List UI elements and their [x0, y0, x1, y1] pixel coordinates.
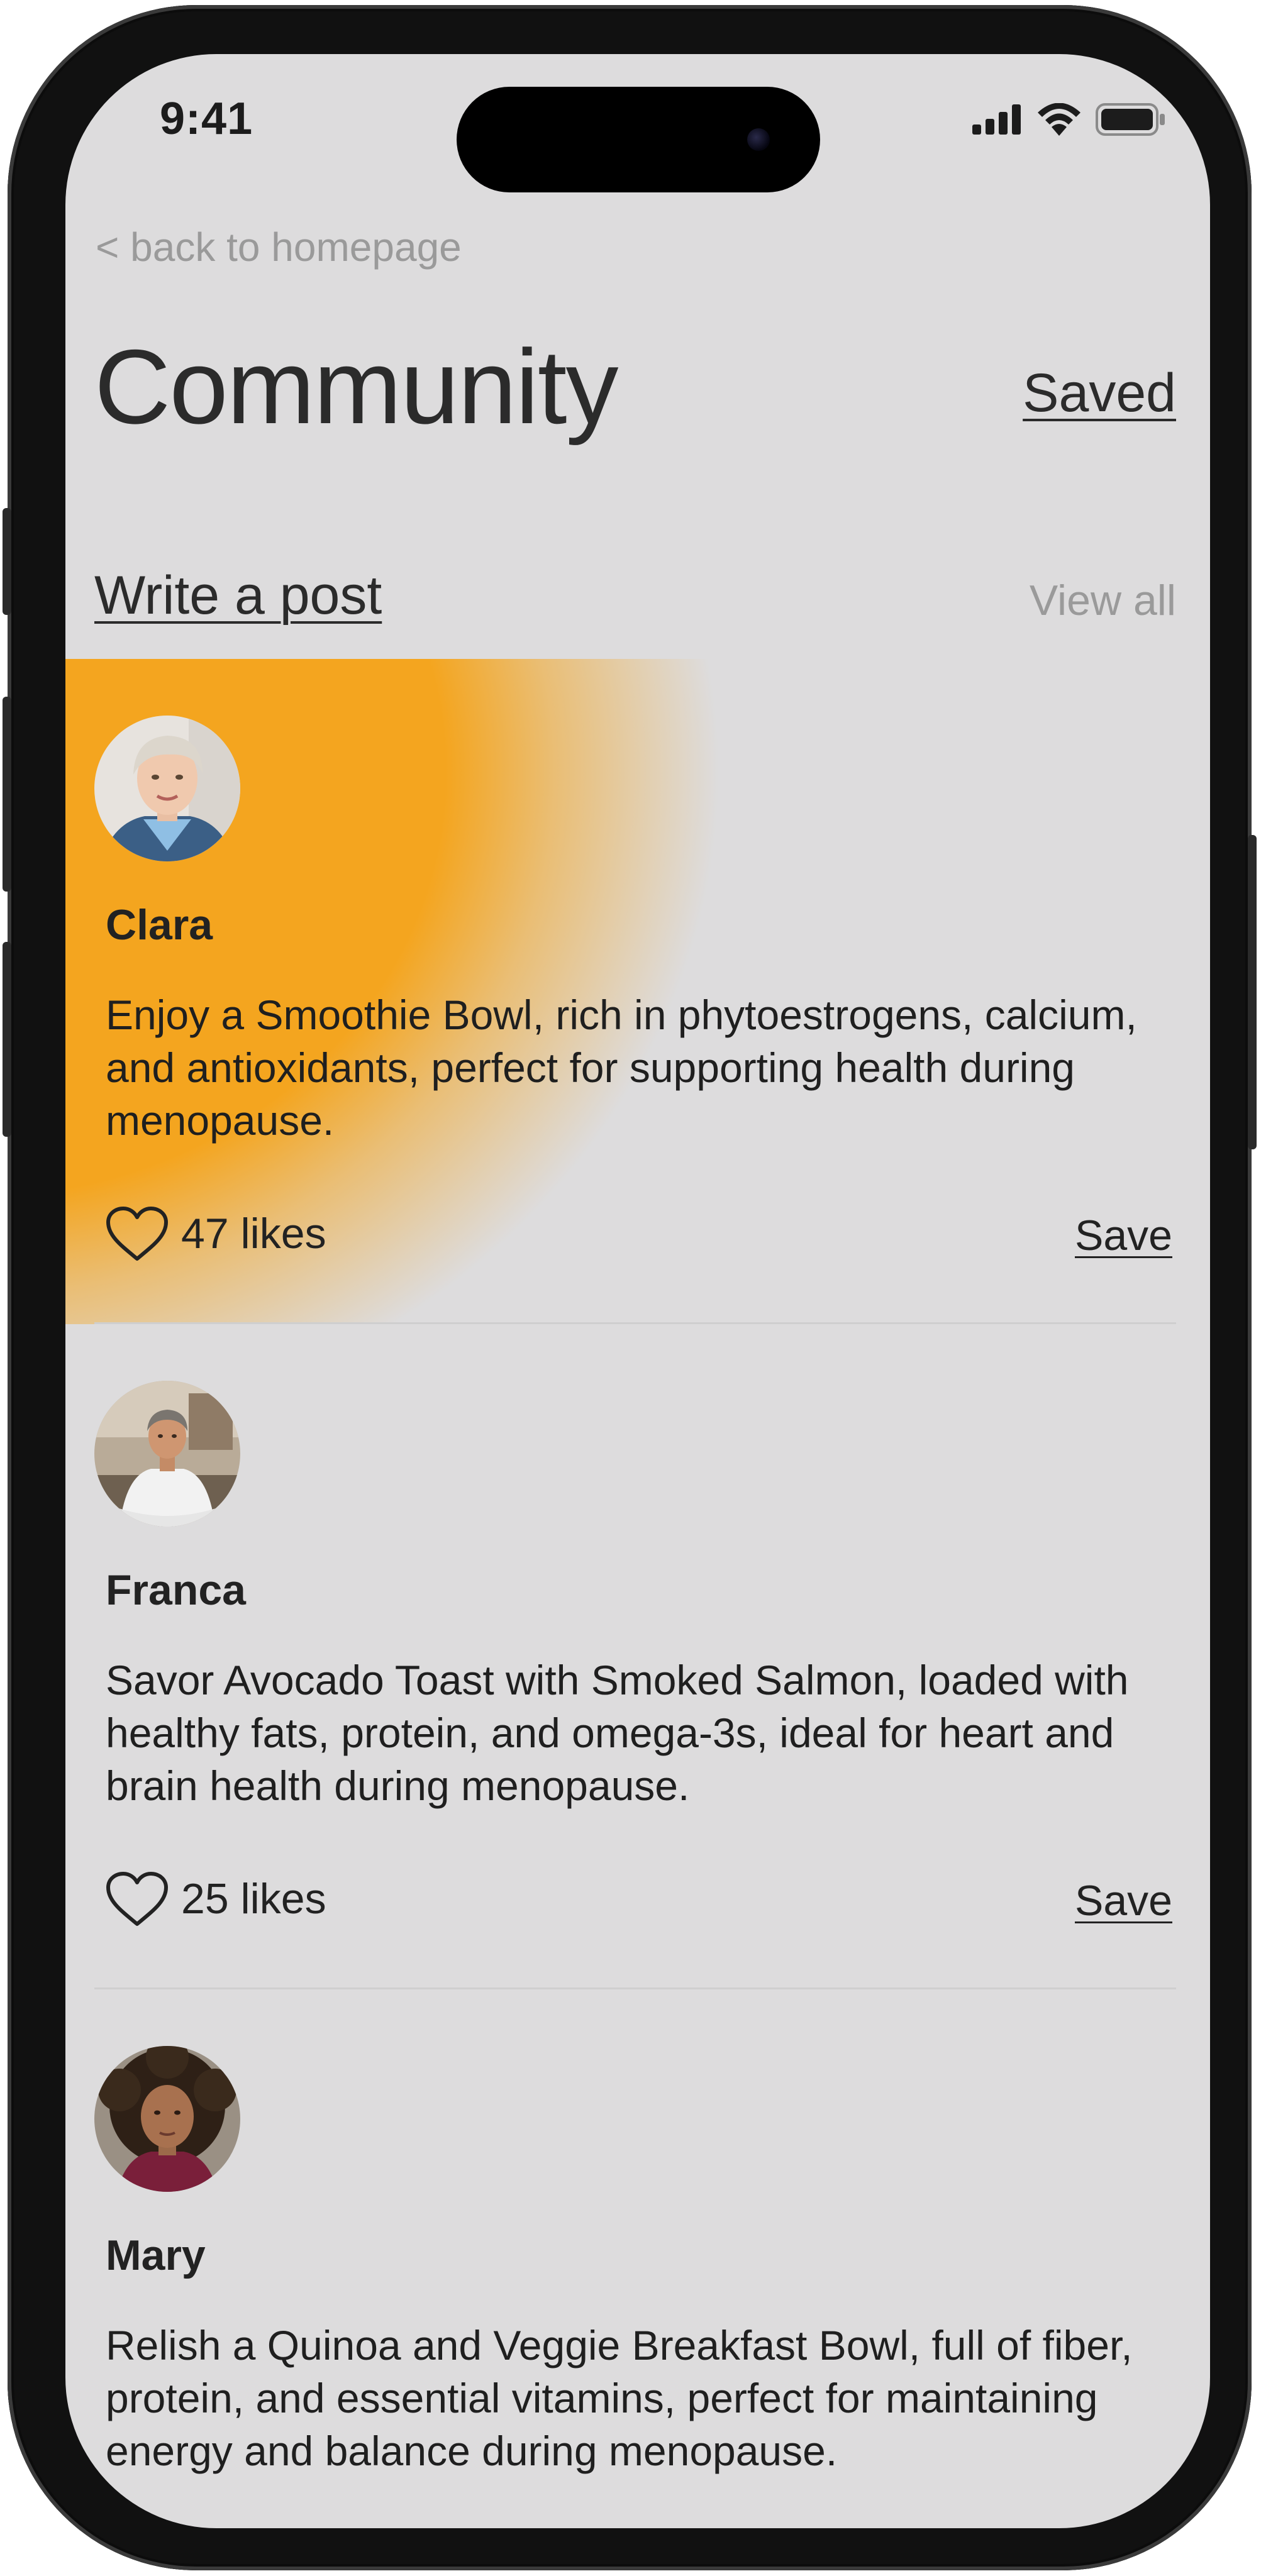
avatar[interactable]: [94, 2046, 240, 2192]
action-button: [3, 508, 11, 615]
write-post-link[interactable]: Write a post: [94, 565, 382, 627]
save-button[interactable]: Save: [1075, 1876, 1172, 1925]
likes: 47 likes: [104, 1205, 326, 1263]
saved-link[interactable]: Saved: [1023, 362, 1176, 424]
front-camera-icon: [747, 128, 770, 151]
likes-count: 47 likes: [181, 1210, 326, 1258]
avatar[interactable]: [94, 716, 240, 861]
power-button: [1248, 835, 1257, 1149]
post-author: Clara: [106, 901, 213, 949]
signal-icon: [972, 104, 1021, 135]
volume-down-button: [3, 942, 11, 1137]
status-time: 9:41: [160, 94, 253, 144]
dynamic-island: [457, 87, 820, 192]
post-author: Mary: [106, 2231, 206, 2279]
page-title: Community: [94, 328, 619, 446]
battery-icon: [1096, 103, 1165, 136]
post-card: Mary Relish a Quinoa and Veggie Breakfas…: [65, 1989, 1210, 2528]
volume-up-button: [3, 697, 11, 892]
wifi-icon: [1038, 103, 1080, 136]
back-to-homepage-link[interactable]: < back to homepage: [96, 224, 462, 270]
post-author: Franca: [106, 1566, 246, 1614]
avatar[interactable]: [94, 1381, 240, 1527]
status-icons: [972, 103, 1166, 136]
phone-frame: 9:41 < back to homepage Community Saved: [3, 5, 1257, 2570]
post-text: Relish a Quinoa and Veggie Breakfast Bow…: [106, 2322, 1133, 2474]
view-all-link[interactable]: View all: [1030, 576, 1176, 625]
save-button[interactable]: Save: [1075, 1211, 1172, 1260]
app-screen: 9:41 < back to homepage Community Saved: [65, 54, 1210, 2528]
post-text: Enjoy a Smoothie Bowl, rich in phytoestr…: [106, 992, 1137, 1144]
post-card: Franca Savor Avocado Toast with Smoked S…: [65, 1324, 1210, 1989]
likes-count: 25 likes: [181, 1875, 326, 1923]
post-card: Clara Enjoy a Smoothie Bowl, rich in phy…: [65, 659, 1210, 1324]
heart-icon[interactable]: [104, 1205, 170, 1263]
community-feed: Clara Enjoy a Smoothie Bowl, rich in phy…: [65, 659, 1210, 2528]
likes: 25 likes: [104, 1870, 326, 1928]
post-text: Savor Avocado Toast with Smoked Salmon, …: [106, 1657, 1129, 1809]
heart-icon[interactable]: [104, 1870, 170, 1928]
